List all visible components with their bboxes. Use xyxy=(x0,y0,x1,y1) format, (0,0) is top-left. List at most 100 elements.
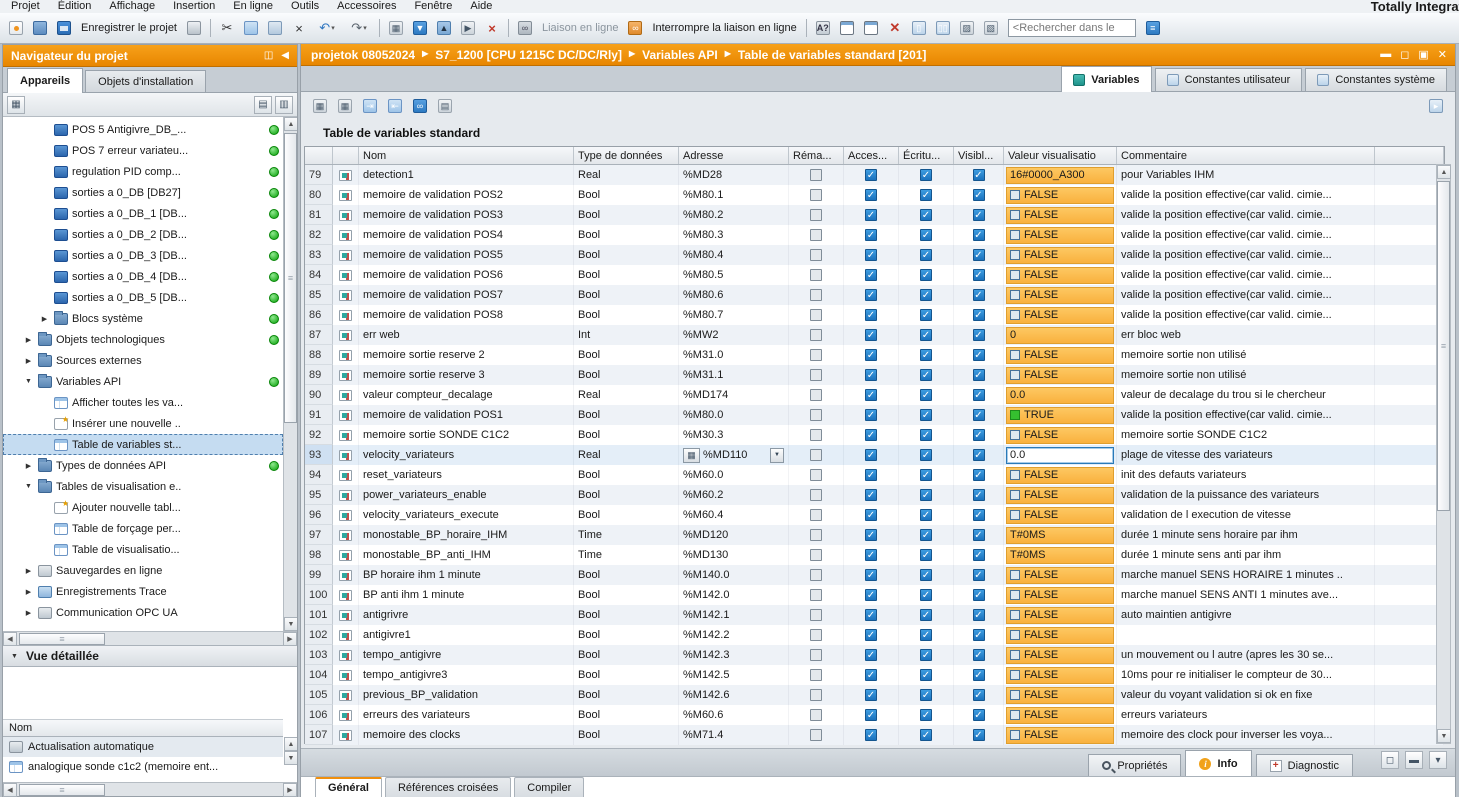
save-project-button[interactable]: Enregistrer le projet xyxy=(77,22,181,34)
tree-scrollbar-thumb[interactable]: ≡ xyxy=(284,133,297,423)
writable-checkbox[interactable] xyxy=(920,549,932,561)
monitor-value[interactable]: FALSE xyxy=(1006,347,1114,364)
writable-checkbox[interactable] xyxy=(920,369,932,381)
project-library-icon[interactable]: ≡ xyxy=(1142,17,1164,39)
writable-checkbox[interactable] xyxy=(920,309,932,321)
collapse-panel-icon[interactable]: ◀ xyxy=(281,50,289,61)
address-cell[interactable]: %M142.2 xyxy=(679,625,789,645)
show-columns-icon[interactable]: ▤ xyxy=(254,96,272,114)
retain-checkbox[interactable] xyxy=(810,689,822,701)
visible-checkbox[interactable] xyxy=(973,589,985,601)
writable-checkbox[interactable] xyxy=(920,509,932,521)
variable-name-cell[interactable]: previous_BP_validation xyxy=(359,685,574,705)
retain-checkbox[interactable] xyxy=(810,509,822,521)
table-row[interactable]: 79detection1Real%MD2816#0000_A300pour Va… xyxy=(305,165,1444,185)
accessible-checkbox[interactable] xyxy=(865,409,877,421)
row-number[interactable]: 84 xyxy=(305,265,333,285)
data-type-cell[interactable]: Bool xyxy=(574,465,679,485)
scroll-left-icon[interactable]: ◀ xyxy=(3,632,17,646)
variable-name-cell[interactable]: memoire de validation POS4 xyxy=(359,225,574,245)
split-editor-horizontal-icon[interactable]: ▯▯ xyxy=(932,17,954,39)
monitor-value[interactable]: 0 xyxy=(1006,327,1114,344)
accessible-checkbox[interactable] xyxy=(865,709,877,721)
table-row[interactable]: 106erreurs des variateursBool%M60.6FALSE… xyxy=(305,705,1444,725)
comment-cell[interactable]: valide la position effective(car valid. … xyxy=(1117,245,1375,265)
export-icon[interactable]: ⇥ xyxy=(359,95,381,117)
monitor-value-cell[interactable]: FALSE xyxy=(1004,365,1117,385)
address-cell[interactable]: %M30.3 xyxy=(679,425,789,445)
expander-icon[interactable]: ▼ xyxy=(23,483,34,490)
accessible-checkbox[interactable] xyxy=(865,229,877,241)
menu--dition[interactable]: Édition xyxy=(49,0,101,13)
remove-split-icon[interactable]: ✕ xyxy=(884,17,906,39)
retain-checkbox[interactable] xyxy=(810,409,822,421)
data-type-cell[interactable]: Time xyxy=(574,545,679,565)
close-editor-icon[interactable]: ✕ xyxy=(1438,48,1447,61)
address-cell[interactable]: %M80.1 xyxy=(679,185,789,205)
monitor-value[interactable]: 0.0 xyxy=(1006,387,1114,404)
visible-checkbox[interactable] xyxy=(973,169,985,181)
table-vertical-scrollbar[interactable]: ▲ ≡ ▼ xyxy=(1436,164,1451,744)
monitor-value-cell[interactable]: 16#0000_A300 xyxy=(1004,165,1117,185)
monitor-value[interactable]: FALSE xyxy=(1006,627,1114,644)
comment-cell[interactable]: plage de vitesse des variateurs xyxy=(1117,445,1375,465)
scroll-left-icon[interactable]: ◀ xyxy=(3,783,17,797)
address-cell[interactable]: %M31.0 xyxy=(679,345,789,365)
variable-name-cell[interactable]: detection1 xyxy=(359,165,574,185)
address-cell[interactable]: %M60.6 xyxy=(679,705,789,725)
expander-icon[interactable]: ▶ xyxy=(23,567,34,575)
detail-view-header[interactable]: ▼ Vue détaillée xyxy=(3,645,297,667)
tree-item[interactable]: sorties a 0_DB_5 [DB... xyxy=(3,287,283,308)
table-row[interactable]: 92memoire sortie SONDE C1C2Bool%M30.3FAL… xyxy=(305,425,1444,445)
change-log-icon[interactable]: ▧ xyxy=(980,17,1002,39)
table-row[interactable]: 93velocity_variateursReal▦%MD110▼0.0plag… xyxy=(305,445,1444,465)
retain-checkbox[interactable] xyxy=(810,209,822,221)
address-cell[interactable]: %M71.4 xyxy=(679,725,789,745)
writable-checkbox[interactable] xyxy=(920,209,932,221)
data-type-cell[interactable]: Bool xyxy=(574,505,679,525)
redo-button[interactable]: ↷ xyxy=(344,17,374,39)
writable-checkbox[interactable] xyxy=(920,469,932,481)
go-online-button[interactable]: Liaison en ligne xyxy=(538,22,622,34)
monitor-value-cell[interactable]: FALSE xyxy=(1004,485,1117,505)
header-nom[interactable]: Nom xyxy=(359,147,574,164)
variable-name-cell[interactable]: antigrivre xyxy=(359,605,574,625)
row-number[interactable]: 95 xyxy=(305,485,333,505)
breadcrumb-segment[interactable]: Variables API xyxy=(640,48,720,62)
table-row[interactable]: 83memoire de validation POS5Bool%M80.4FA… xyxy=(305,245,1444,265)
table-row[interactable]: 97monostable_BP_horaire_IHMTime%MD120T#0… xyxy=(305,525,1444,545)
monitor-value[interactable]: FALSE xyxy=(1006,647,1114,664)
menu-affichage[interactable]: Affichage xyxy=(100,0,164,13)
header-accessible[interactable]: Acces... xyxy=(844,147,899,164)
table-row[interactable]: 80memoire de validation POS2Bool%M80.1FA… xyxy=(305,185,1444,205)
variable-name-cell[interactable]: err web xyxy=(359,325,574,345)
accessible-checkbox[interactable] xyxy=(865,649,877,661)
comment-cell[interactable]: valide la position effective(car valid. … xyxy=(1117,225,1375,245)
address-cell[interactable]: %M80.2 xyxy=(679,205,789,225)
comment-cell[interactable]: valide la position effective(car valid. … xyxy=(1117,405,1375,425)
menu-en-ligne[interactable]: En ligne xyxy=(224,0,282,13)
writable-checkbox[interactable] xyxy=(920,629,932,641)
data-type-cell[interactable]: Bool xyxy=(574,365,679,385)
comment-cell[interactable] xyxy=(1117,625,1375,645)
table-row[interactable]: 90valeur compteur_decalageReal%MD1740.0v… xyxy=(305,385,1444,405)
tree-item[interactable]: ▶Communication OPC UA xyxy=(3,602,283,623)
comment-cell[interactable]: valide la position effective(car valid. … xyxy=(1117,185,1375,205)
menu-aide[interactable]: Aide xyxy=(461,0,501,13)
upload-from-device-icon[interactable]: ▲ xyxy=(433,17,455,39)
accessible-checkbox[interactable] xyxy=(865,609,877,621)
download-to-device-icon[interactable]: ▼ xyxy=(409,17,431,39)
monitor-value[interactable]: FALSE xyxy=(1006,687,1114,704)
menu-insertion[interactable]: Insertion xyxy=(164,0,224,13)
insert-row-icon[interactable]: ▦ xyxy=(309,95,331,117)
tab-variables[interactable]: Variables xyxy=(1061,66,1151,92)
stop-cpu-icon[interactable]: × xyxy=(481,17,503,39)
variable-name-cell[interactable]: memoire de validation POS7 xyxy=(359,285,574,305)
variable-name-cell[interactable]: BP horaire ihm 1 minute xyxy=(359,565,574,585)
address-cell[interactable]: %M31.1 xyxy=(679,365,789,385)
accessible-checkbox[interactable] xyxy=(865,209,877,221)
row-number[interactable]: 83 xyxy=(305,245,333,265)
row-number[interactable]: 103 xyxy=(305,645,333,665)
retain-checkbox[interactable] xyxy=(810,709,822,721)
data-type-cell[interactable]: Bool xyxy=(574,585,679,605)
